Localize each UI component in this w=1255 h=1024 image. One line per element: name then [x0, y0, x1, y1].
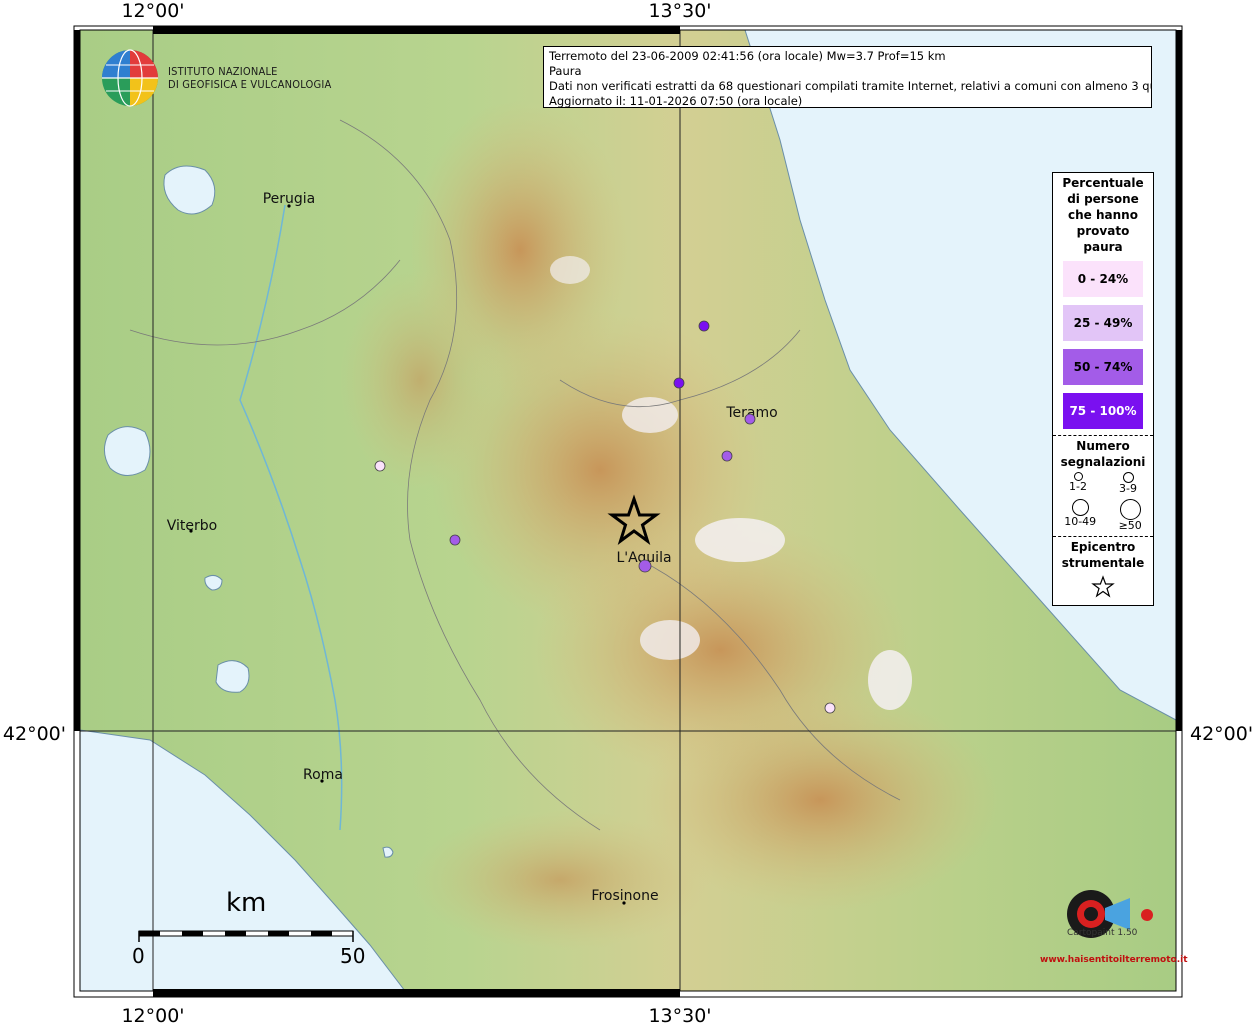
legend-count-title: Numero segnalazioni [1053, 438, 1153, 470]
legend-divider [1053, 435, 1153, 436]
legend-title-line: provato [1076, 224, 1130, 238]
legend-class-50-74: 50 - 74% [1063, 349, 1143, 385]
report-marker [824, 702, 836, 714]
report-marker [721, 450, 733, 462]
coord-top-12: 12°00' [121, 0, 184, 22]
report-marker [374, 460, 386, 472]
map-subject: Paura [549, 64, 582, 78]
legend-count-10-49: 10-49 [1064, 515, 1097, 528]
watermark-url: www.haisentitoilterremoto.it [1040, 955, 1188, 965]
watermark-extra: Cartopaint 1.50 [1067, 928, 1138, 938]
coord-bottom-12: 12°00' [121, 1005, 184, 1024]
legend-class-0-24: 0 - 24% [1063, 261, 1143, 297]
coord-bottom-1330: 13°30' [648, 1005, 711, 1024]
circle-size-50-icon [1119, 499, 1141, 520]
circle-size-10-49-icon [1071, 499, 1089, 516]
city-frosinone: Frosinone [591, 888, 658, 904]
legend: Percentuale di persone che hanno provato… [1052, 172, 1154, 606]
coord-left-42: 42°00' [3, 723, 66, 745]
legend-epicenter-title-line: Epicentro [1070, 540, 1136, 554]
scale-start: 0 [132, 944, 145, 968]
legend-title-line: di persone [1067, 192, 1139, 206]
city-roma: Roma [303, 767, 343, 783]
legend-title: Percentuale di persone che hanno provato… [1053, 175, 1153, 255]
map-terrain [80, 30, 1176, 991]
data-note: Dati non verificati estratti da 68 quest… [549, 79, 1152, 93]
legend-title-line: che hanno [1068, 208, 1138, 222]
report-marker [638, 559, 652, 573]
legend-epicenter-title: Epicentro strumentale [1053, 539, 1153, 571]
institute-name-line2: DI GEOFISICA E VULCANOLOGIA [168, 78, 332, 91]
scale-unit: km [226, 888, 267, 918]
city-perugia: Perugia [263, 191, 316, 207]
scale-end: 50 [340, 944, 366, 968]
city-viterbo: Viterbo [167, 518, 217, 534]
legend-divider [1053, 536, 1153, 537]
epicenter-star-icon [1091, 575, 1115, 598]
event-title: Terremoto del 23-06-2009 02:41:56 (ora l… [549, 49, 946, 63]
institute-logo: ISTITUTO NAZIONALE DI GEOFISICA E VULCAN… [100, 48, 331, 108]
report-marker [744, 413, 756, 425]
legend-class-75-100: 75 - 100% [1063, 393, 1143, 429]
report-marker [449, 534, 461, 546]
update-time: Aggiornato il: 11-01-2026 07:50 (ora loc… [549, 94, 803, 108]
legend-count-title-line: Numero [1076, 439, 1130, 453]
coord-right-42: 42°00' [1190, 723, 1253, 745]
legend-count-50: ≥50 [1118, 519, 1142, 532]
institute-name-line1: ISTITUTO NAZIONALE [168, 65, 278, 78]
event-info-box: Terremoto del 23-06-2009 02:41:56 (ora l… [543, 46, 1152, 108]
report-marker [673, 377, 685, 389]
legend-count-row-large: 10-49 ≥50 [1053, 499, 1153, 532]
legend-count-title-line: segnalazioni [1060, 455, 1146, 469]
legend-title-line: Percentuale [1062, 176, 1144, 190]
legend-epicenter-title-line: strumentale [1061, 556, 1145, 570]
coord-top-1330: 13°30' [648, 0, 711, 22]
legend-count-1-2: 1-2 [1069, 480, 1087, 493]
legend-count-3-9: 3-9 [1119, 482, 1137, 495]
globe-icon [102, 49, 158, 107]
legend-count-row-small: 1-2 3-9 [1053, 472, 1153, 495]
legend-class-25-49: 25 - 49% [1063, 305, 1143, 341]
report-marker [698, 320, 710, 332]
legend-title-line: paura [1083, 240, 1123, 254]
